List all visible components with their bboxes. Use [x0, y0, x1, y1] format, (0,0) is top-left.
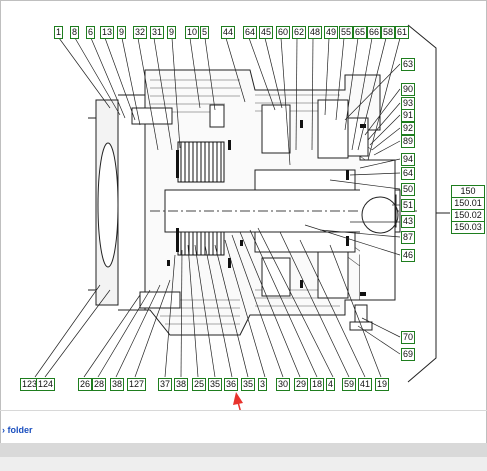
part-number-top-label: 6: [86, 26, 96, 39]
part-number-bottom-label: 59: [342, 378, 357, 391]
part-number-right-label: 64: [401, 167, 416, 180]
part-number-bottom-label: 127: [127, 378, 147, 391]
part-number-bottom-label: 41: [358, 378, 373, 391]
part-number-bottom-label: 18: [310, 378, 325, 391]
part-number-bottom-label: 35: [208, 378, 223, 391]
part-number-right-label: 50: [401, 183, 416, 196]
part-number-right-label: 87: [401, 231, 416, 244]
part-number-right-label: 46: [401, 249, 416, 262]
part-number-right-label: 89: [401, 135, 416, 148]
part-number-top-label: 44: [221, 26, 236, 39]
part-number-top-label: 64: [243, 26, 258, 39]
part-number-top-label: 31: [150, 26, 165, 39]
part-number-bottom-label: 37: [158, 378, 173, 391]
part-number-right-label: 63: [401, 58, 416, 71]
part-number-top-label: 10: [185, 26, 200, 39]
part-number-bottom-label: 29: [294, 378, 309, 391]
red-arrow-icon: [233, 392, 243, 410]
part-number-top-label: 5: [200, 26, 210, 39]
part-number-bottom-label: 30: [276, 378, 291, 391]
folder-link[interactable]: › folder: [2, 425, 33, 435]
part-number-bottom-label: 38: [174, 378, 189, 391]
part-number-bottom-label: 124: [36, 378, 56, 391]
part-number-bottom-label: 38: [110, 378, 125, 391]
part-number-bottom-label: 26: [78, 378, 93, 391]
part-number-top-label: 1: [54, 26, 64, 39]
part-number-right-label: 90: [401, 83, 416, 96]
part-number-bottom-label: 3: [258, 378, 268, 391]
part-number-right-label: 70: [401, 331, 416, 344]
part-number-right-label: 91: [401, 109, 416, 122]
part-number-top-label: 9: [117, 26, 127, 39]
part-number-right-label: 43: [401, 215, 416, 228]
part-number-top-label: 45: [259, 26, 274, 39]
part-number-top-label: 60: [276, 26, 291, 39]
part-number-right-label: 92: [401, 122, 416, 135]
part-number-right-label: 69: [401, 348, 416, 361]
part-number-right-label: 51: [401, 199, 416, 212]
part-number-top-label: 62: [292, 26, 307, 39]
part-number-bottom-label: 35: [241, 378, 256, 391]
part-number-bottom-label: 4: [326, 378, 336, 391]
part-number-bottom-label: 25: [192, 378, 207, 391]
part-number-top-label: 9: [167, 26, 177, 39]
part-number-top-label: 55: [339, 26, 354, 39]
part-number-top-label: 61: [395, 26, 410, 39]
part-number-bottom-label: 36: [224, 378, 239, 391]
part-number-bottom-label: 28: [92, 378, 107, 391]
part-number-top-label: 65: [353, 26, 368, 39]
part-number-top-label: 32: [133, 26, 148, 39]
part-number-group-label: 150.03: [451, 221, 485, 234]
part-number-top-label: 49: [324, 26, 339, 39]
bottom-band: [0, 457, 487, 471]
part-number-top-label: 13: [100, 26, 115, 39]
part-number-top-label: 58: [381, 26, 396, 39]
part-number-top-label: 48: [308, 26, 323, 39]
status-band: [0, 443, 487, 457]
part-number-top-label: 8: [70, 26, 80, 39]
part-number-top-label: 66: [367, 26, 382, 39]
separator: [0, 410, 487, 411]
part-number-right-label: 94: [401, 153, 416, 166]
part-number-bottom-label: 19: [375, 378, 390, 391]
